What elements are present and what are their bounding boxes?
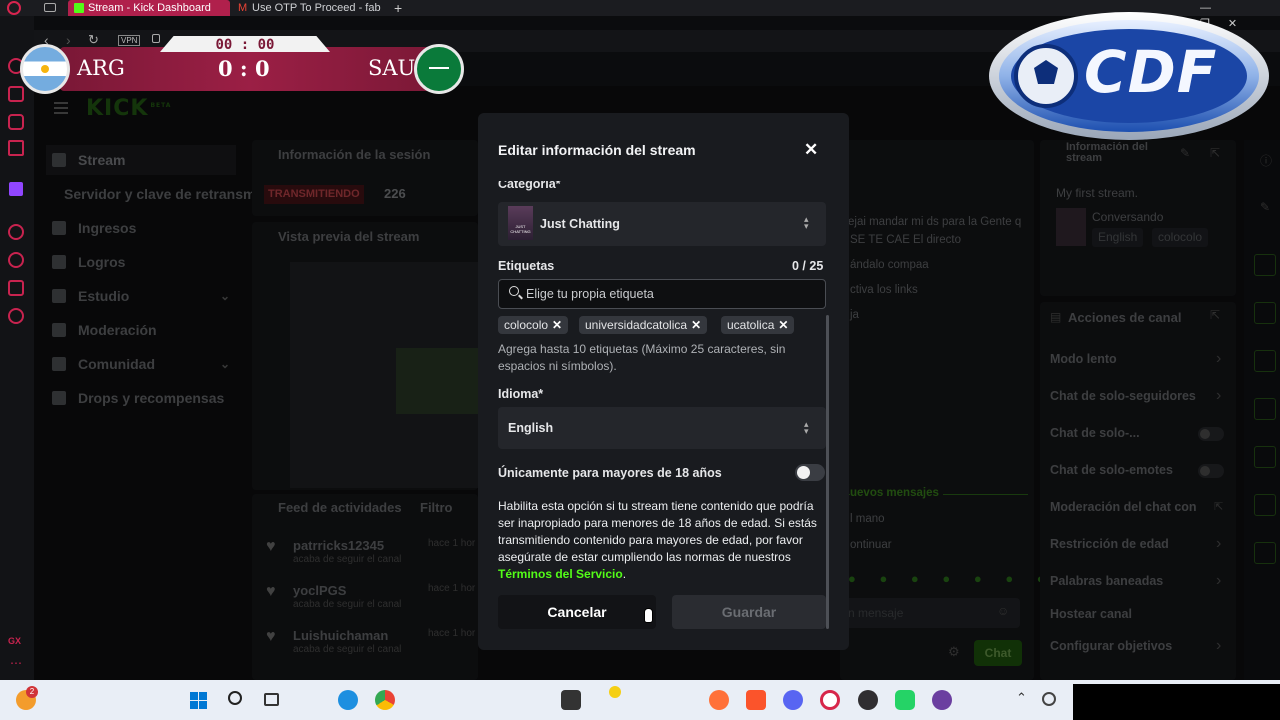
close-icon[interactable]: ✕ (804, 140, 818, 160)
opera-sidebar: GX ⋯ (0, 16, 34, 680)
tab-overview-icon[interactable] (44, 3, 56, 12)
away-team: SAU (368, 56, 416, 80)
history-icon[interactable] (8, 252, 24, 268)
mouse-cursor-icon (644, 608, 653, 623)
select-arrows-icon: ▴ ▾ (804, 214, 809, 231)
tray-network-icon[interactable] (1042, 692, 1056, 706)
more-icon[interactable]: ⋯ (10, 656, 22, 670)
match-timer: 00 : 00 (160, 36, 330, 52)
sun-of-may-icon (41, 65, 49, 73)
lock-icon (152, 34, 160, 43)
save-button[interactable]: Guardar (672, 595, 826, 629)
remove-tag-icon[interactable]: ✕ (691, 318, 701, 332)
edit-stream-modal: Editar información del stream ✕ Categorí… (478, 113, 849, 650)
category-select[interactable]: JUST CHATTING Just Chatting ▴ ▾ (498, 202, 826, 246)
firefox-icon[interactable] (709, 690, 729, 710)
chrome-icon[interactable] (375, 690, 395, 710)
tag-chip-label: ucatolica (727, 318, 775, 332)
language-select[interactable]: English ▴ ▾ (498, 407, 826, 449)
gmail-side-icon[interactable] (8, 140, 24, 156)
tags-label: Etiquetas (498, 259, 555, 273)
modal-title: Editar información del stream (498, 142, 696, 158)
tab-label: Use OTP To Proceed - fab (252, 2, 381, 14)
cancel-button[interactable]: Cancelar (498, 595, 656, 629)
tag-chip-label: colocolo (504, 318, 549, 332)
search-taskbar-icon[interactable] (228, 691, 242, 705)
twitch-icon[interactable] (9, 182, 23, 196)
category-label: Categoría* (498, 177, 561, 191)
terms-trailing: . (622, 567, 627, 581)
language-label: Idioma* (498, 387, 544, 401)
new-tab-button[interactable]: + (394, 0, 402, 16)
adult-desc-text: Habilita esta opción si tu stream tiene … (498, 499, 817, 564)
tags-input[interactable]: Elige tu propia etiqueta (498, 279, 826, 309)
toggle-knob (797, 466, 810, 479)
match-score: 0 : 0 (218, 56, 270, 81)
just-chatting-thumbnail: JUST CHATTING (508, 206, 533, 240)
saudi-flag-icon (414, 44, 464, 94)
tag-chip[interactable]: ucatolica ✕ (721, 316, 795, 334)
notification-badge: 2 (26, 686, 38, 698)
remove-tag-icon[interactable]: ✕ (552, 318, 562, 332)
modal-scrollbar[interactable] (826, 315, 829, 629)
tag-chip-label: universidadcatolica (585, 318, 688, 332)
sticky-dot-icon (609, 686, 621, 698)
tray-chevron-icon[interactable]: ⌃ (1016, 690, 1027, 706)
adult-content-toggle[interactable] (795, 464, 825, 481)
brave-icon[interactable] (746, 690, 766, 710)
opera-icon[interactable] (7, 1, 21, 15)
gx-icon[interactable]: GX (8, 636, 21, 646)
language-value: English (508, 421, 554, 435)
gmail-favicon: M (238, 2, 248, 14)
adult-content-description: Habilita esta opción si tu stream tiene … (498, 498, 824, 583)
select-arrows-icon: ▴ ▾ (804, 419, 809, 436)
streaming-app-icon[interactable] (932, 690, 952, 710)
cdf-logo-text: CDF (1084, 38, 1218, 106)
search-icon-handle (518, 294, 523, 300)
tags-help-text: Agrega hasta 10 etiquetas (Máximo 25 car… (498, 342, 786, 373)
cdf-channel-logo: CDF (986, 4, 1276, 144)
task-view-icon[interactable] (264, 693, 279, 706)
player-icon[interactable] (8, 224, 24, 240)
tab-otp[interactable]: M Use OTP To Proceed - fab (232, 0, 382, 16)
home-team: ARG (77, 56, 125, 80)
kick-favicon (74, 3, 84, 13)
whatsapp-icon[interactable] (895, 690, 915, 710)
tab-label: Stream - Kick Dashboard (88, 2, 211, 14)
category-value: Just Chatting (540, 217, 620, 231)
tags-placeholder: Elige tu propia etiqueta (526, 287, 654, 301)
saudi-emblem-icon (429, 63, 449, 69)
remove-tag-icon[interactable]: ✕ (778, 318, 788, 332)
settings-icon[interactable] (8, 308, 24, 324)
instagram-icon[interactable] (8, 114, 24, 130)
tags-count: 0 / 25 (792, 259, 824, 273)
tray-black-region (1073, 684, 1280, 720)
thumb-text: JUST CHATTING (510, 224, 531, 234)
photo-app-icon[interactable] (561, 690, 581, 710)
terms-of-service-link[interactable]: Términos del Servicio (498, 567, 623, 581)
tag-chip[interactable]: universidadcatolica ✕ (579, 316, 708, 334)
extensions-icon[interactable] (8, 280, 24, 296)
edge-icon[interactable] (338, 690, 358, 710)
opera-gx-icon[interactable] (820, 690, 840, 710)
tag-chip[interactable]: colocolo ✕ (498, 316, 569, 334)
adult-content-label: Únicamente para mayores de 18 años (498, 466, 722, 480)
argentina-flag-icon (20, 44, 70, 94)
tab-kick-dashboard[interactable]: Stream - Kick Dashboard (68, 0, 230, 16)
obs-icon[interactable] (858, 690, 878, 710)
discord-icon[interactable] (783, 690, 803, 710)
